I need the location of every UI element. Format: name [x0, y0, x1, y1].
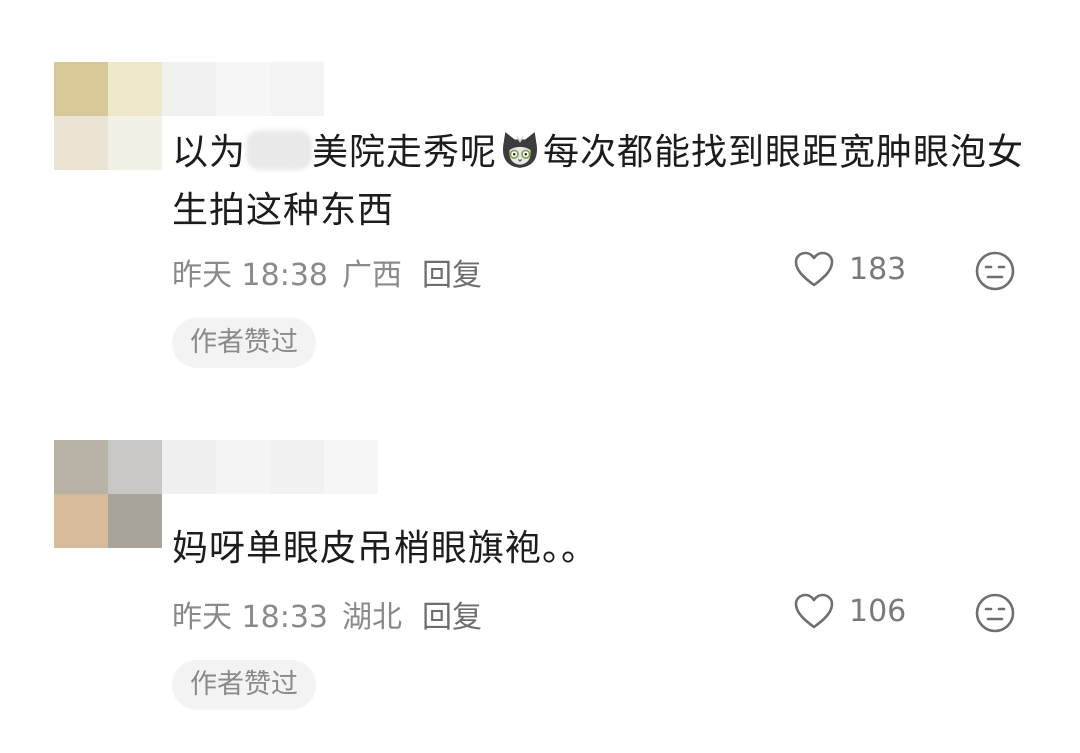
- username-pixel: [270, 440, 324, 494]
- comment-time: 昨天 18:33: [172, 600, 328, 635]
- avatar-pixel: [54, 494, 108, 548]
- reply-button[interactable]: 回复: [422, 592, 482, 636]
- comment-item: 妈呀单眼皮吊梢眼旗袍。。 昨天 18:33 湖北 回复 106 作者赞过: [0, 0, 1080, 710]
- avatar-pixel: [108, 440, 162, 494]
- avatar-pixel: [54, 440, 108, 494]
- emoji-face-icon[interactable]: [974, 592, 1016, 634]
- username-pixel: [324, 440, 378, 494]
- like-button[interactable]: 106: [793, 592, 906, 630]
- comment-meta: 昨天 18:33 湖北 回复: [172, 592, 482, 636]
- username-pixel: [162, 440, 216, 494]
- username-blurred[interactable]: [162, 440, 378, 494]
- avatar[interactable]: [54, 440, 162, 548]
- heart-outline-icon: [794, 593, 834, 629]
- comment-location: 湖北: [342, 600, 402, 635]
- author-liked-badge: 作者赞过: [172, 318, 316, 368]
- username-pixel: [216, 440, 270, 494]
- comment-text: 妈呀单眼皮吊梢眼旗袍。。: [172, 528, 599, 569]
- avatar-pixel: [108, 494, 162, 548]
- author-liked-badge: 作者赞过: [172, 660, 316, 710]
- like-count: 106: [849, 593, 907, 629]
